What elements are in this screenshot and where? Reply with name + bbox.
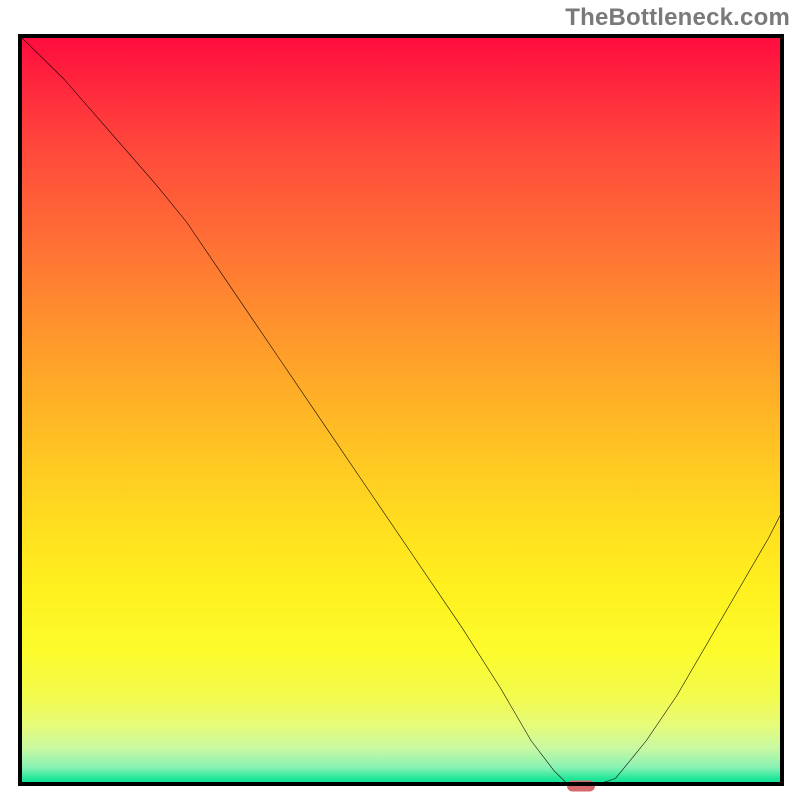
bottleneck-curve — [18, 34, 784, 786]
plot-area — [18, 34, 784, 786]
watermark-text: TheBottleneck.com — [565, 4, 790, 32]
optimal-marker — [567, 781, 595, 792]
